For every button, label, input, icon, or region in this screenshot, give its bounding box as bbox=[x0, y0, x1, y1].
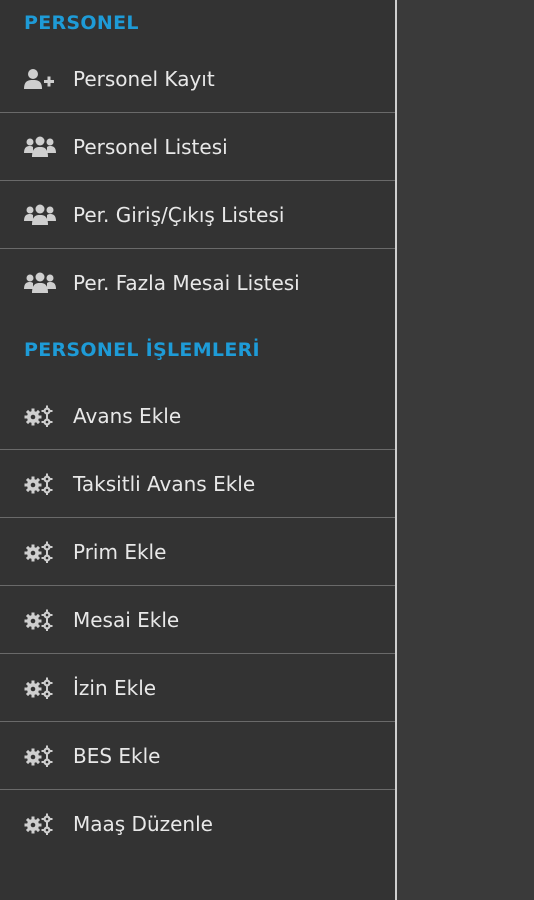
gears-icon bbox=[24, 812, 58, 836]
sidebar-item-fazla-mesai-listesi[interactable]: Per. Fazla Mesai Listesi bbox=[0, 249, 395, 317]
gears-icon bbox=[24, 540, 58, 564]
sidebar-item-label: Avans Ekle bbox=[73, 403, 182, 428]
gears-icon bbox=[24, 676, 58, 700]
sidebar-item-label: Per. Fazla Mesai Listesi bbox=[73, 271, 300, 295]
sidebar-item-label: İzin Ekle bbox=[73, 675, 157, 700]
sidebar-item-izin-ekle[interactable]: İzin Ekle bbox=[0, 654, 395, 722]
gears-icon bbox=[24, 608, 58, 632]
gears-icon bbox=[24, 404, 58, 428]
sidebar-item-label: Personel Listesi bbox=[73, 134, 228, 159]
sidebar-item-avans-ekle[interactable]: Avans Ekle bbox=[0, 382, 395, 450]
users-icon bbox=[24, 203, 58, 227]
gears-icon bbox=[24, 472, 58, 496]
user-plus-icon bbox=[24, 67, 58, 91]
users-icon bbox=[24, 271, 58, 295]
sidebar: PERSONEL Personel Kayıt Personel Listesi bbox=[0, 0, 397, 900]
sidebar-item-label: Per. Giriş/Çıkış Listesi bbox=[73, 202, 285, 227]
gears-icon bbox=[24, 744, 58, 768]
sidebar-item-personel-kayit[interactable]: Personel Kayıt bbox=[0, 45, 395, 113]
sidebar-item-label: Taksitli Avans Ekle bbox=[73, 471, 256, 496]
sidebar-item-mesai-ekle[interactable]: Mesai Ekle bbox=[0, 586, 395, 654]
sidebar-item-taksitli-avans-ekle[interactable]: Taksitli Avans Ekle bbox=[0, 450, 395, 518]
section-title-personel: PERSONEL bbox=[24, 11, 139, 34]
users-icon bbox=[24, 135, 58, 159]
sidebar-item-label: BES Ekle bbox=[73, 743, 161, 768]
sidebar-item-maas-duzenle[interactable]: Maaş Düzenle bbox=[0, 790, 395, 858]
sidebar-item-label: Maaş Düzenle bbox=[73, 812, 213, 836]
sidebar-item-bes-ekle[interactable]: BES Ekle bbox=[0, 722, 395, 790]
sidebar-item-personel-listesi[interactable]: Personel Listesi bbox=[0, 113, 395, 181]
sidebar-item-label: Prim Ekle bbox=[73, 539, 167, 564]
sidebar-item-prim-ekle[interactable]: Prim Ekle bbox=[0, 518, 395, 586]
sidebar-item-label: Mesai Ekle bbox=[73, 607, 180, 632]
main-content-area bbox=[397, 0, 534, 900]
sidebar-item-giris-cikis-listesi[interactable]: Per. Giriş/Çıkış Listesi bbox=[0, 181, 395, 249]
section-title-personel-islemleri: PERSONEL İŞLEMLERİ bbox=[24, 338, 260, 361]
sidebar-item-label: Personel Kayıt bbox=[73, 66, 215, 91]
